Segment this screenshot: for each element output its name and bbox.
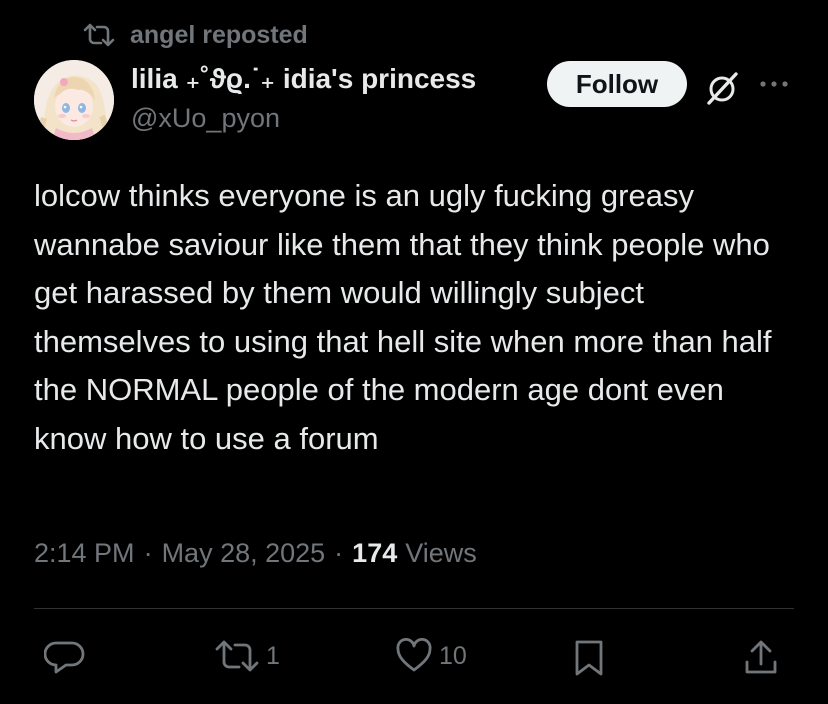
follow-button[interactable]: Follow	[547, 61, 687, 107]
grok-icon	[707, 72, 738, 105]
tweet-time[interactable]: 2:14 PM	[34, 538, 135, 569]
repost-count: 1	[266, 641, 280, 670]
like-count: 10	[439, 641, 467, 670]
tweet-date[interactable]: May 28, 2025	[162, 538, 326, 569]
avatar[interactable]	[34, 60, 114, 140]
bookmark-button[interactable]	[572, 638, 606, 678]
repost-label: angel reposted	[130, 20, 308, 49]
anime-avatar-icon	[34, 60, 114, 140]
tweet-meta: 2:14 PM · May 28, 2025 · 174 Views	[34, 538, 477, 569]
author-handle[interactable]: @xUo_pyon	[131, 103, 280, 134]
heart-icon	[396, 638, 432, 672]
reply-icon	[44, 641, 85, 674]
author-name[interactable]: lilia ₊˚ϑϱ.˙₊ idia's princess	[131, 62, 476, 95]
repost-icon	[82, 22, 116, 48]
reply-button[interactable]	[44, 638, 86, 676]
author-display-name: lilia ₊˚ϑϱ.˙₊ idia's princess	[131, 63, 477, 94]
tweet-text: lolcow thinks everyone is an ugly fuckin…	[34, 178, 772, 456]
views-label: Views	[405, 538, 477, 568]
divider	[34, 608, 794, 609]
repost-indicator[interactable]: angel reposted	[82, 20, 308, 50]
more-options-button[interactable]	[756, 72, 792, 96]
bookmark-icon	[575, 640, 603, 676]
meta-separator: ·	[334, 538, 344, 568]
repost-icon	[215, 640, 259, 672]
share-icon	[745, 640, 777, 674]
meta-separator: ·	[143, 538, 153, 568]
repost-button[interactable]: 1	[214, 638, 280, 674]
like-button[interactable]: 10	[395, 638, 467, 674]
grok-button[interactable]	[702, 68, 742, 108]
views-count: 174	[352, 538, 398, 568]
more-icon	[760, 81, 788, 87]
share-button[interactable]	[742, 638, 780, 678]
